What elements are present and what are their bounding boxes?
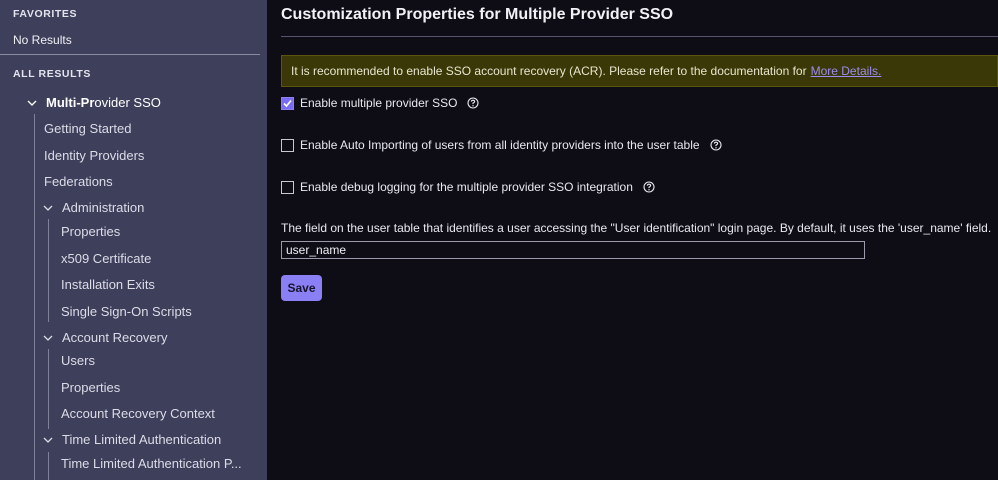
more-details-link[interactable]: More Details. [811, 64, 882, 78]
sidebar-item-installation-exits[interactable]: Installation Exits [61, 277, 155, 292]
sidebar-item-label: Administration [62, 200, 145, 215]
sidebar-item-account-recovery[interactable]: Account Recovery [43, 330, 168, 345]
sidebar-item-label-bold: Multi-Pr [46, 95, 95, 110]
favorites-header: FAVORITES [13, 8, 78, 20]
enable-multi-provider-checkbox[interactable] [281, 96, 294, 110]
sidebar-item-multi-provider-sso[interactable]: Multi-Pr ovider SSO [27, 95, 161, 110]
all-results-header: ALL RESULTS [13, 68, 91, 80]
sidebar: FAVORITES No Results ALL RESULTS Multi-P… [0, 0, 267, 480]
auto-import-checkbox[interactable] [281, 138, 294, 152]
auto-import-label: Enable Auto Importing of users from all … [300, 138, 700, 152]
save-button[interactable]: Save [281, 275, 322, 301]
recommendation-banner: It is recommended to enable SSO account … [281, 55, 998, 87]
enable-multi-provider-row: Enable multiple provider SSO [281, 96, 479, 110]
tree-guide-line [48, 219, 49, 322]
sidebar-item-label: Account Recovery [62, 330, 168, 345]
tree-guide-line [48, 349, 49, 429]
sidebar-item-sso-scripts[interactable]: Single Sign-On Scripts [61, 304, 192, 319]
chevron-down-icon [43, 333, 53, 343]
user-field-label: The field on the user table that identif… [281, 221, 992, 235]
title-divider [281, 36, 998, 37]
sidebar-item-getting-started[interactable]: Getting Started [44, 121, 131, 136]
debug-logging-label: Enable debug logging for the multiple pr… [300, 180, 633, 194]
sidebar-item-x509-certificate[interactable]: x509 Certificate [61, 251, 151, 266]
debug-logging-checkbox[interactable] [281, 180, 294, 194]
user-field-label-row: The field on the user table that identif… [281, 221, 998, 235]
sidebar-item-label-rest: ovider SSO [94, 95, 161, 110]
sidebar-item-federations[interactable]: Federations [44, 174, 113, 189]
sidebar-item-label: Time Limited Authentication [62, 432, 222, 447]
user-identification-field-input[interactable] [281, 241, 865, 259]
favorites-empty-text: No Results [13, 33, 72, 47]
enable-multi-provider-label: Enable multiple provider SSO [300, 96, 458, 110]
sidebar-divider [0, 54, 260, 55]
sidebar-item-tla-properties[interactable]: Time Limited Authentication P... [61, 456, 242, 471]
auto-import-row: Enable Auto Importing of users from all … [281, 138, 722, 152]
sidebar-item-ar-properties[interactable]: Properties [61, 380, 120, 395]
help-circle-icon[interactable] [709, 139, 722, 151]
sidebar-item-time-limited-authentication[interactable]: Time Limited Authentication [43, 432, 221, 447]
sidebar-item-account-recovery-context[interactable]: Account Recovery Context [61, 406, 215, 421]
page-title: Customization Properties for Multiple Pr… [281, 6, 674, 23]
sidebar-item-identity-providers[interactable]: Identity Providers [44, 148, 144, 163]
debug-logging-row: Enable debug logging for the multiple pr… [281, 180, 655, 194]
help-circle-icon[interactable] [467, 97, 479, 109]
check-icon [283, 99, 292, 107]
sidebar-item-administration[interactable]: Administration [43, 200, 144, 215]
chevron-down-icon [27, 98, 37, 108]
sidebar-item-properties[interactable]: Properties [61, 224, 120, 239]
help-circle-icon[interactable] [643, 181, 655, 193]
tree-guide-line [34, 114, 35, 480]
chevron-down-icon [43, 203, 53, 213]
chevron-down-icon [43, 435, 53, 445]
sidebar-item-users[interactable]: Users [61, 353, 95, 368]
main-content: Customization Properties for Multiple Pr… [267, 0, 998, 480]
tree-guide-line [48, 452, 49, 480]
banner-text: It is recommended to enable SSO account … [291, 64, 807, 78]
